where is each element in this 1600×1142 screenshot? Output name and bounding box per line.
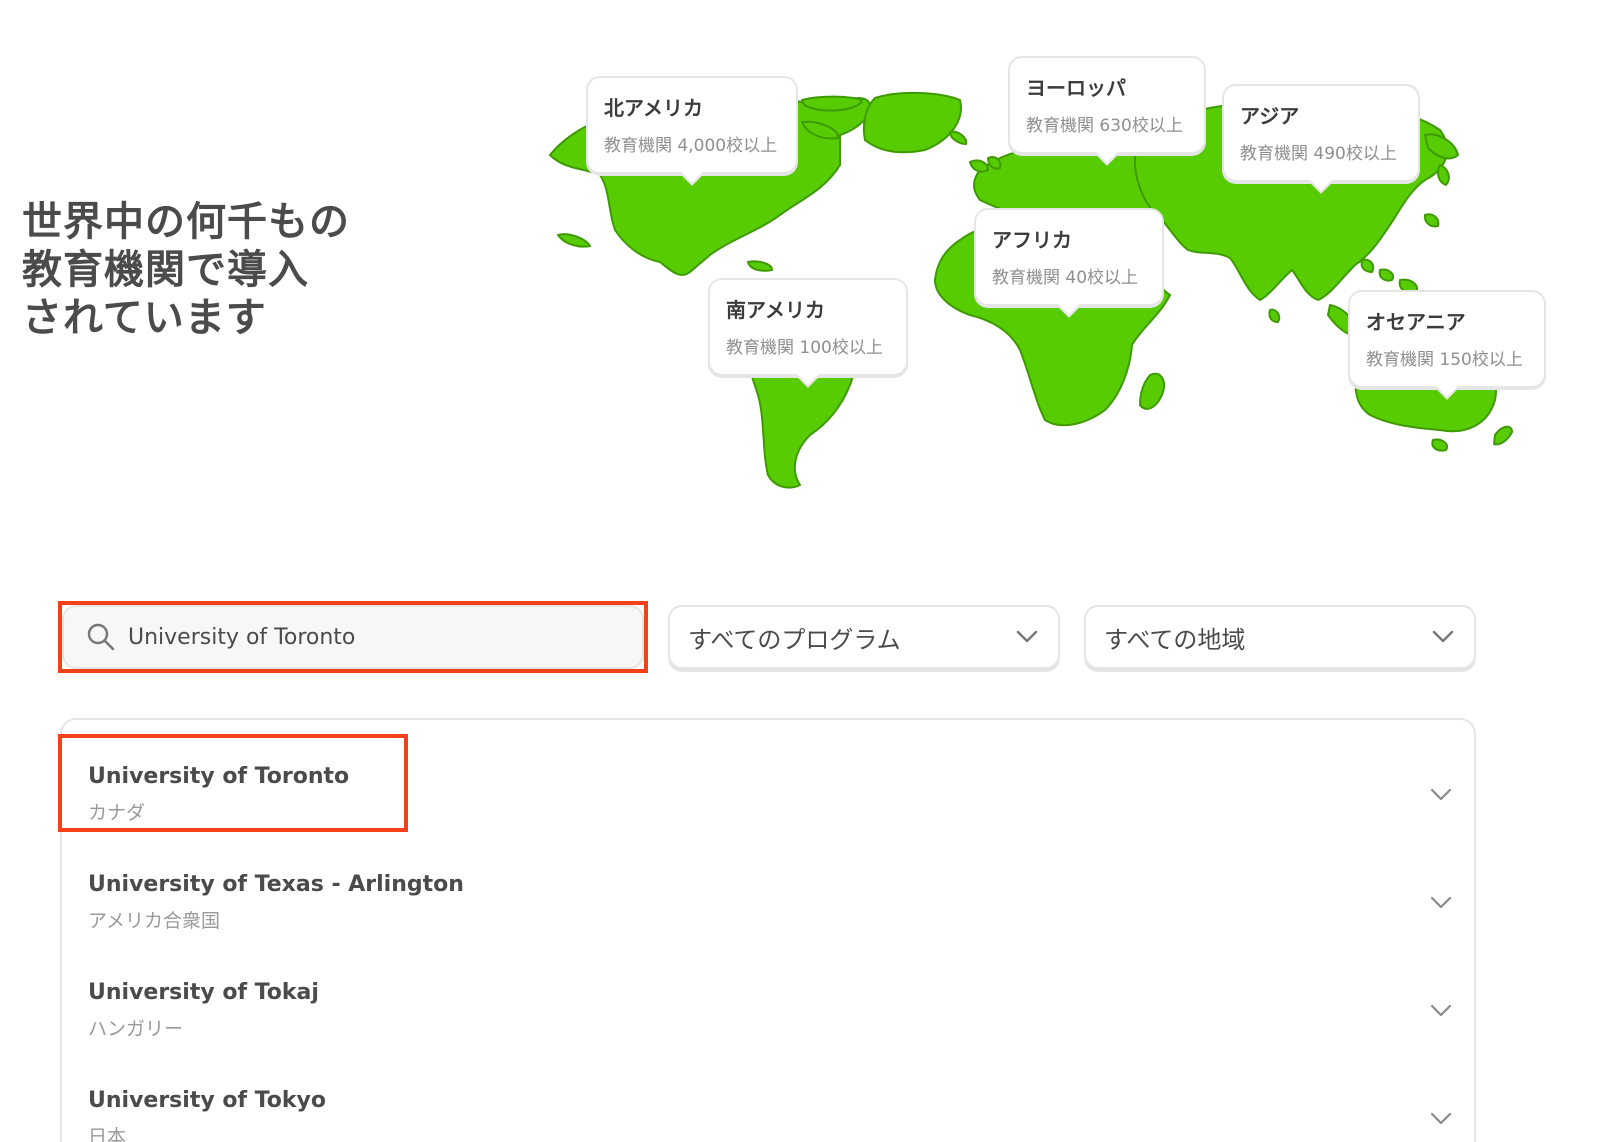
region-name: アフリカ [992, 228, 1072, 252]
region-select[interactable]: すべての地域 [1084, 605, 1476, 669]
region-callout-south-america[interactable]: 南アメリカ 教育機関 100校以上 [708, 278, 908, 376]
institution-name: University of Tokaj [88, 980, 319, 1005]
region-count: 教育機関 100校以上 [726, 338, 883, 358]
program-select[interactable]: すべてのプログラム [668, 605, 1060, 669]
region-count: 教育機関 4,000校以上 [604, 136, 778, 156]
institution-country: 日本 [88, 1126, 127, 1142]
chevron-down-icon[interactable] [1430, 896, 1452, 910]
region-name: 北アメリカ [604, 96, 703, 120]
region-count: 教育機関 630校以上 [1026, 116, 1183, 136]
list-item[interactable]: University of Texas - Arlington アメリカ合衆国 [62, 836, 1474, 944]
world-map: 北アメリカ 教育機関 4,000校以上 ヨーロッパ 教育機関 630校以上 アジ… [540, 40, 1600, 510]
page-headline: 世界中の何千もの 教育機関で導入 されています [22, 198, 442, 342]
headline-line-1: 世界中の何千もの [22, 199, 350, 245]
region-count: 教育機関 490校以上 [1240, 144, 1397, 164]
headline-line-2: 教育機関で導入 [22, 247, 309, 293]
chevron-down-icon[interactable] [1430, 1112, 1452, 1126]
region-callout-oceania[interactable]: オセアニア 教育機関 150校以上 [1348, 290, 1546, 388]
search-highlight-box [58, 601, 648, 673]
chevron-down-icon[interactable] [1430, 1004, 1452, 1018]
region-name: アジア [1240, 104, 1300, 128]
region-callout-asia[interactable]: アジア 教育機関 490校以上 [1222, 84, 1420, 182]
program-select-value: すべてのプログラム [688, 625, 901, 654]
region-callout-africa[interactable]: アフリカ 教育機関 40校以上 [974, 208, 1164, 306]
list-item[interactable]: University of Tokaj ハンガリー [62, 944, 1474, 1052]
institution-country: ハンガリー [88, 1018, 184, 1040]
region-select-value: すべての地域 [1104, 625, 1246, 654]
land-greenland [862, 91, 962, 154]
region-name: オセアニア [1366, 310, 1466, 334]
institution-country: アメリカ合衆国 [88, 910, 221, 932]
region-name: ヨーロッパ [1026, 76, 1126, 100]
institution-name: University of Texas - Arlington [88, 872, 464, 897]
institution-name: University of Tokyo [88, 1088, 326, 1113]
list-item[interactable]: University of Tokyo 日本 [62, 1052, 1474, 1142]
chevron-down-icon [1016, 630, 1038, 643]
chevron-down-icon [1432, 630, 1454, 643]
region-callout-north-america[interactable]: 北アメリカ 教育機関 4,000校以上 [586, 76, 798, 174]
region-callout-europe[interactable]: ヨーロッパ 教育機関 630校以上 [1008, 56, 1206, 154]
chevron-down-icon[interactable] [1430, 788, 1452, 802]
headline-line-3: されています [22, 295, 267, 341]
region-count: 教育機関 40校以上 [992, 268, 1139, 288]
result-highlight-box [58, 734, 408, 832]
region-count: 教育機関 150校以上 [1366, 350, 1523, 370]
region-name: 南アメリカ [726, 298, 825, 322]
